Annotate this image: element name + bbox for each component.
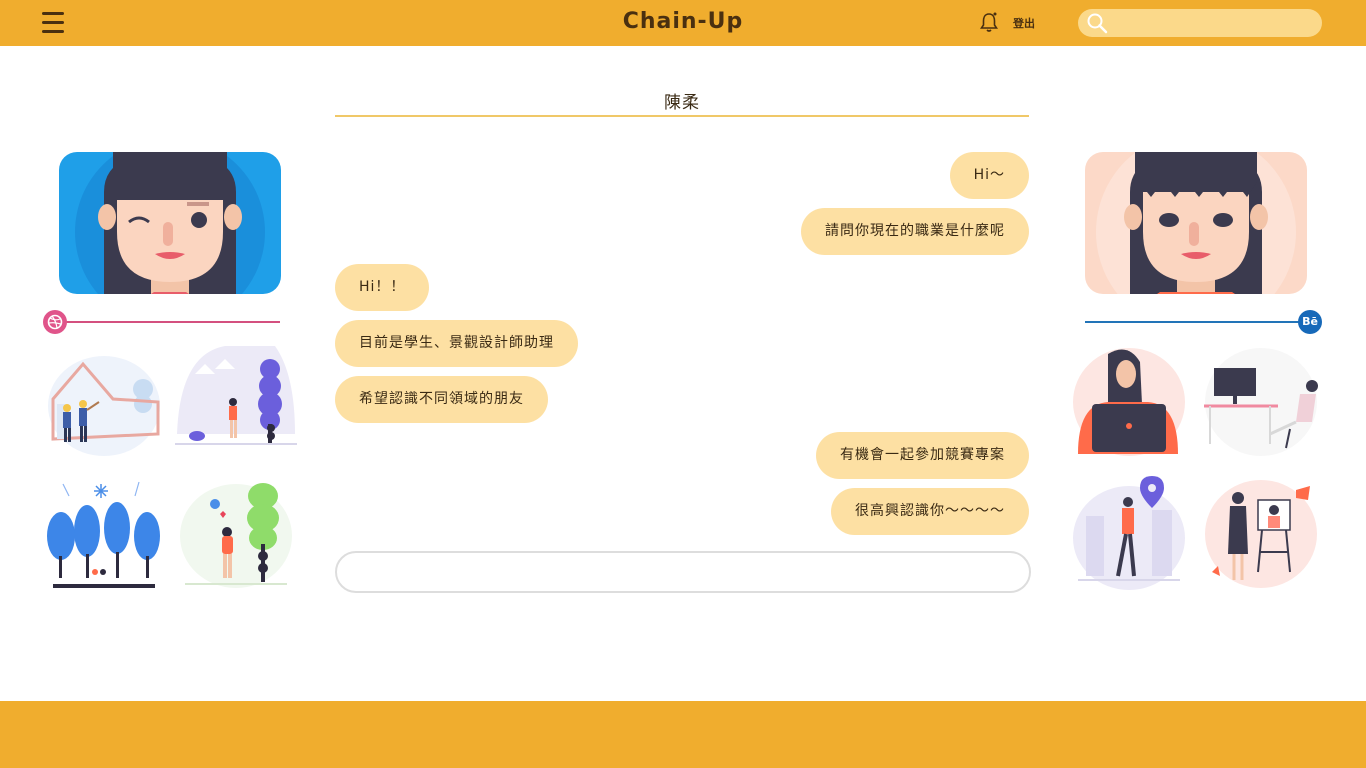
avatar-self[interactable] — [1085, 152, 1307, 294]
search-input[interactable] — [1112, 9, 1312, 37]
avatar-contact[interactable] — [59, 152, 281, 294]
search-icon — [1087, 13, 1108, 34]
dribbble-icon[interactable] — [43, 310, 67, 334]
portfolio-thumbnail[interactable] — [43, 344, 165, 460]
portfolio-thumbnail[interactable] — [1068, 344, 1190, 460]
search-bar[interactable] — [1078, 9, 1322, 37]
profile-divider — [1085, 321, 1303, 323]
portfolio-thumbnail[interactable] — [175, 344, 297, 460]
portfolio-thumbnail[interactable] — [43, 476, 165, 592]
footer-bar — [0, 701, 1366, 768]
menu-icon[interactable] — [42, 12, 64, 34]
bell-icon[interactable] — [979, 11, 999, 33]
portfolio-thumbnail[interactable] — [1200, 344, 1322, 460]
logout-link[interactable]: 登出 — [1013, 15, 1035, 31]
contact-name: 陳柔 — [664, 93, 700, 113]
portfolio-thumbnail[interactable] — [1200, 476, 1322, 592]
message-input[interactable] — [335, 551, 1031, 593]
portfolio-thumbnail[interactable] — [1068, 476, 1190, 592]
message-bubble-received: 目前是學生、景觀設計師助理 — [335, 320, 578, 367]
message-bubble-sent: Hi～ — [949, 152, 1029, 199]
message-bubble-received: 希望認識不同領域的朋友 — [335, 376, 548, 423]
profile-divider — [55, 321, 280, 323]
top-bar: Chain-Up 登出 — [0, 0, 1366, 46]
message-bubble-sent: 很高興認識你～～～～ — [831, 488, 1029, 535]
behance-icon[interactable]: Bē — [1298, 310, 1322, 334]
message-bubble-sent: 有機會一起參加競賽專案 — [816, 432, 1029, 479]
portfolio-thumbnail[interactable] — [175, 476, 297, 592]
divider — [335, 115, 1029, 117]
message-bubble-received: Hi！！ — [335, 264, 430, 311]
message-bubble-sent: 請問你現在的職業是什麼呢 — [801, 208, 1029, 255]
